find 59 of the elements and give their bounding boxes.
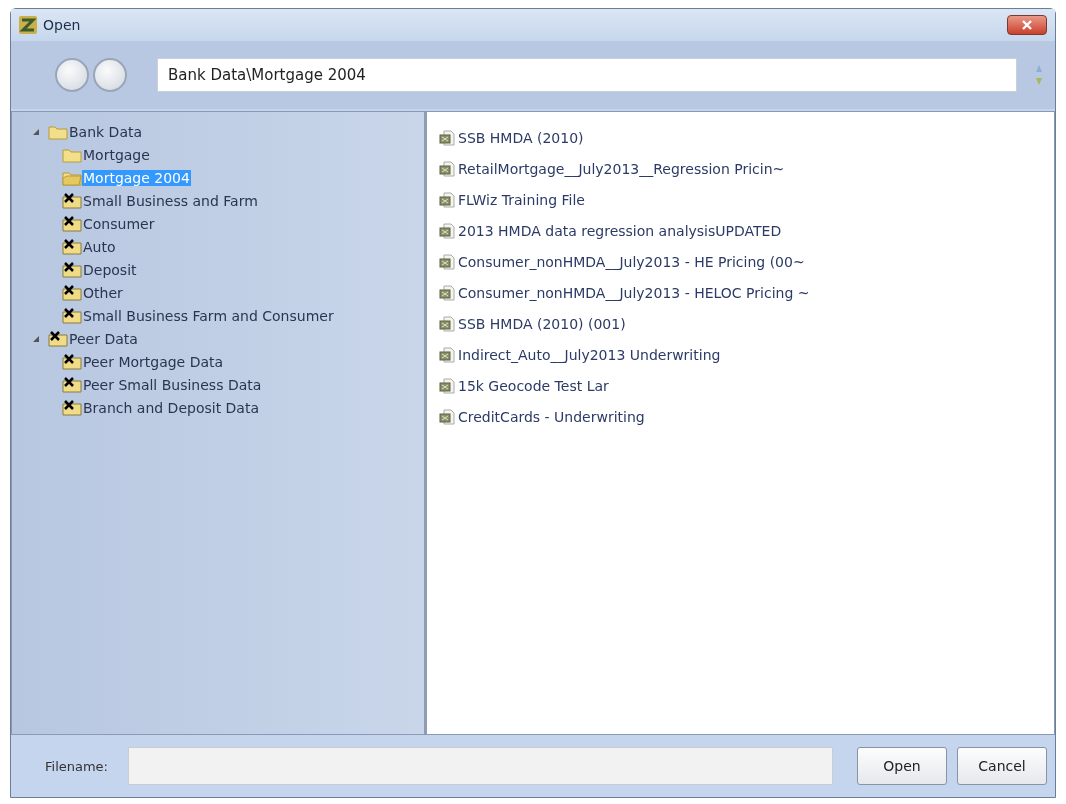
folder-icon (62, 146, 82, 163)
tree-item[interactable]: Peer Mortgage Data (82, 353, 225, 370)
crossed-folder-icon (62, 376, 82, 393)
document-icon (439, 408, 455, 425)
file-item[interactable]: Consumer_nonHMDA__July2013 - HE Pricing (00~ (458, 253, 805, 270)
close-button[interactable] (1007, 15, 1047, 35)
file-item[interactable]: CreditCards - Underwriting (458, 408, 645, 425)
tree-item[interactable]: Other (82, 284, 124, 301)
file-item[interactable]: Consumer_nonHMDA__July2013 - HELOC Pricing ~ (458, 284, 810, 301)
crossed-folder-icon (62, 307, 82, 324)
crossed-folder-icon (62, 238, 82, 255)
document-icon (439, 191, 455, 208)
file-item[interactable]: 2013 HMDA data regression analysisUPDATED (458, 222, 782, 239)
document-icon (439, 129, 455, 146)
open-folder-icon (62, 169, 82, 186)
tree-item[interactable]: Small Business and Farm (82, 192, 259, 209)
document-icon (439, 284, 455, 301)
tree-item[interactable]: Mortgage (82, 146, 151, 163)
close-icon (1021, 20, 1033, 30)
document-icon (439, 222, 455, 239)
document-icon (439, 315, 455, 332)
expand-arrow-icon[interactable] (32, 127, 40, 136)
crossed-folder-icon (62, 399, 82, 416)
tree-item[interactable]: Small Business Farm and Consumer (82, 307, 335, 324)
tree-item[interactable]: Peer Small Business Data (82, 376, 263, 393)
app-logo-icon (19, 16, 37, 34)
crossed-folder-icon (62, 353, 82, 370)
dialog-button[interactable]: Open (857, 747, 947, 785)
file-item[interactable]: Indirect_Auto__July2013 Underwriting (458, 346, 721, 363)
up-down-arrows-icon[interactable] (1035, 64, 1043, 86)
tree-item[interactable]: Branch and Deposit Data (82, 399, 261, 416)
path-field[interactable]: Bank Data\Mortgage 2004 (157, 58, 1017, 92)
tree-item[interactable]: Deposit (82, 261, 138, 278)
document-icon (439, 160, 455, 177)
tree-item[interactable]: Bank Data (68, 123, 144, 140)
expand-arrow-icon[interactable] (32, 334, 40, 343)
folder-icon (48, 123, 68, 140)
file-item[interactable]: FLWiz Training File (458, 191, 585, 208)
crossed-folder-icon (62, 192, 82, 209)
document-icon (439, 253, 455, 270)
window-title: Open (43, 17, 82, 33)
file-item[interactable]: 15k Geocode Test Lar (458, 377, 609, 394)
document-icon (439, 346, 455, 363)
tree-item[interactable]: Peer Data (68, 330, 139, 347)
forward-button[interactable] (93, 58, 127, 92)
crossed-folder-icon (48, 330, 68, 347)
file-item[interactable]: RetailMortgage__July2013__Regression Pricin~ (458, 160, 785, 177)
filename-label: Filename: (45, 758, 108, 774)
document-icon (439, 377, 455, 394)
file-item[interactable]: SSB HMDA (2010) (001) (458, 315, 626, 332)
filename-field[interactable] (128, 747, 833, 785)
back-button[interactable] (55, 58, 89, 92)
crossed-folder-icon (62, 261, 82, 278)
file-item[interactable]: SSB HMDA (2010) (458, 129, 584, 146)
dialog-button[interactable]: Cancel (957, 747, 1047, 785)
tree-item[interactable]: Consumer (82, 215, 156, 232)
tree-item[interactable]: Auto (82, 238, 117, 255)
crossed-folder-icon (62, 284, 82, 301)
crossed-folder-icon (62, 215, 82, 232)
